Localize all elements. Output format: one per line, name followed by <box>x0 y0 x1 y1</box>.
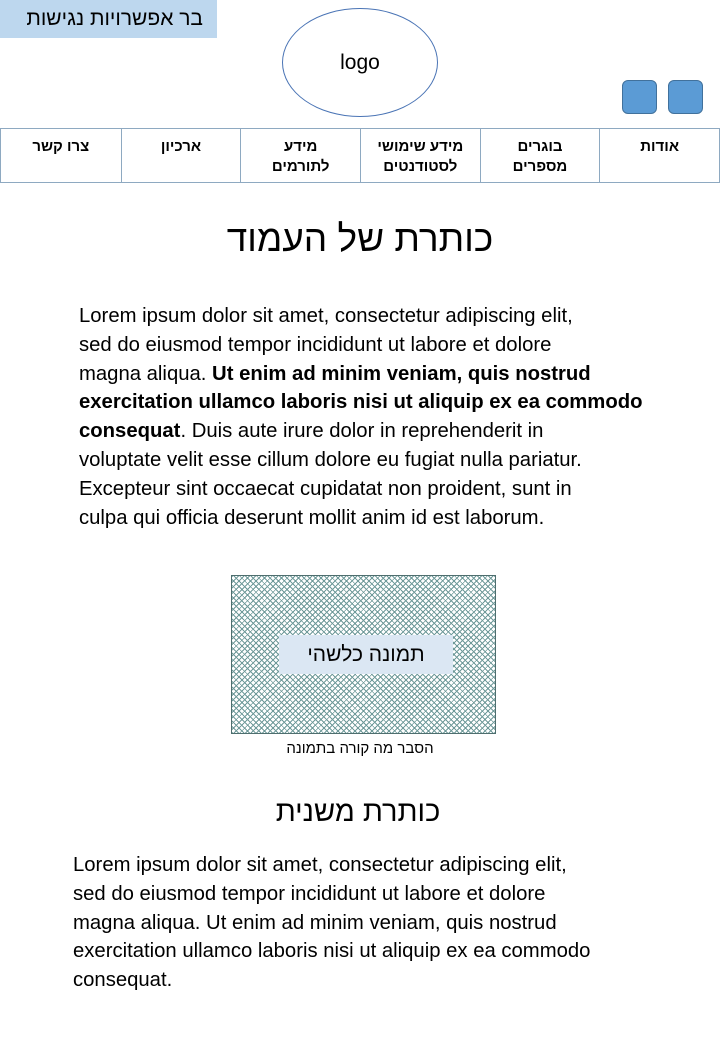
paragraph-bold-text: exercitation ullamco laboris nisi ut ali… <box>79 391 643 414</box>
paragraph-line: exercitation ullamco laboris nisi ut ali… <box>73 940 591 963</box>
paragraph-line: consequat. <box>73 969 173 992</box>
paragraph-text: magna aliqua. <box>79 362 213 385</box>
nav-item-contact[interactable]: צרו קשר <box>1 129 121 182</box>
accessibility-bar-label: בר אפשרויות נגישות <box>26 7 203 30</box>
main-nav: אודות בוגרים מספרים מידע שימושי לסטודנטים … <box>0 128 720 183</box>
nav-item-label-line2: מספרים <box>512 158 568 175</box>
logo[interactable]: logo <box>282 8 438 117</box>
paragraph-line: culpa qui officia deserunt mollit anim i… <box>79 506 545 529</box>
paragraph-bold-text: Ut enim ad minim veniam, quis nostrud <box>212 362 591 385</box>
nav-item-alumni[interactable]: בוגרים מספרים <box>479 129 600 182</box>
paragraph-line: sed do eiusmod tempor incididunt ut labo… <box>73 882 546 905</box>
nav-item-label: צרו קשר <box>32 138 90 155</box>
logo-label: logo <box>340 50 380 74</box>
paragraph-line: Lorem ipsum dolor sit amet, consectetur … <box>73 854 567 876</box>
body-paragraph: Lorem ipsum dolor sit amet, consectetur … <box>79 302 643 532</box>
nav-item-archive[interactable]: ארכיון <box>120 129 241 182</box>
body-paragraph-2: Lorem ipsum dolor sit amet, consectetur … <box>73 851 590 995</box>
accessibility-bar[interactable]: בר אפשרויות נגישות <box>0 0 217 38</box>
nav-item-about[interactable]: אודות <box>599 129 719 182</box>
paragraph-line: voluptate velit esse cillum dolore eu fu… <box>79 448 582 471</box>
paragraph-line: magna aliqua. Ut enim ad minim veniam, q… <box>73 911 557 934</box>
nav-item-label: בוגרים <box>517 138 563 155</box>
image-label-text: תמונה כלשהי <box>307 642 425 666</box>
nav-item-label: מידע <box>283 138 318 155</box>
paragraph-text: . Duis aute irure dolor in reprehenderit… <box>180 420 544 443</box>
nav-item-label: אודות <box>640 138 680 155</box>
paragraph-line: Excepteur sint occaecat cupidatat non pr… <box>79 477 572 500</box>
paragraph-bold-text: consequat <box>79 420 181 443</box>
paragraph-line: sed do eiusmod tempor incididunt ut labo… <box>79 333 552 356</box>
nav-item-student-info[interactable]: מידע שימושי לסטודנטים <box>359 129 480 182</box>
nav-item-label-line2: לסטודנטים <box>383 158 458 175</box>
header-button-1[interactable] <box>622 80 657 114</box>
image-label: תמונה כלשהי <box>279 635 453 674</box>
page-title: כותרת של העמוד <box>226 218 494 259</box>
nav-item-donor-info[interactable]: מידע לתורמים <box>240 129 360 182</box>
nav-item-label-line2: לתורמים <box>271 158 330 175</box>
nav-item-label: מידע שימושי <box>377 138 464 155</box>
nav-item-label: ארכיון <box>160 138 202 155</box>
image-caption: הסבר מה קורה בתמונה <box>286 740 434 757</box>
section-subtitle: כותרת משנית <box>275 796 441 828</box>
paragraph-line: Lorem ipsum dolor sit amet, consectetur … <box>79 305 573 327</box>
header-button-2[interactable] <box>668 80 703 114</box>
